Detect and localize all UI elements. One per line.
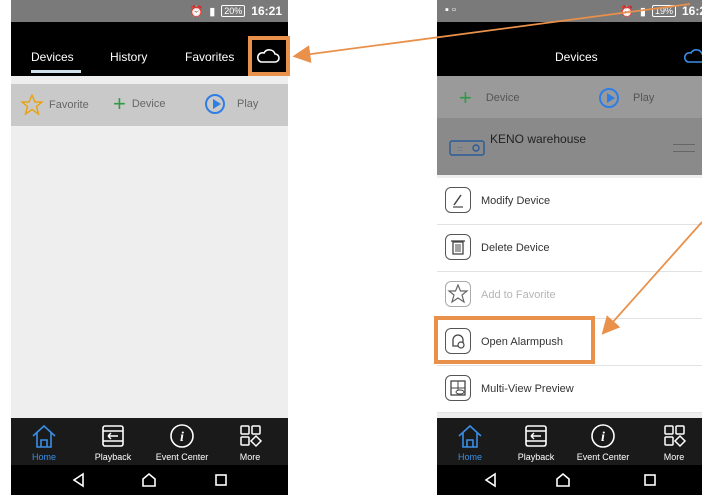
arrow-to-alarmpush xyxy=(601,221,702,335)
annotation-arrows xyxy=(292,3,702,335)
arrow-to-cloud xyxy=(292,3,691,64)
